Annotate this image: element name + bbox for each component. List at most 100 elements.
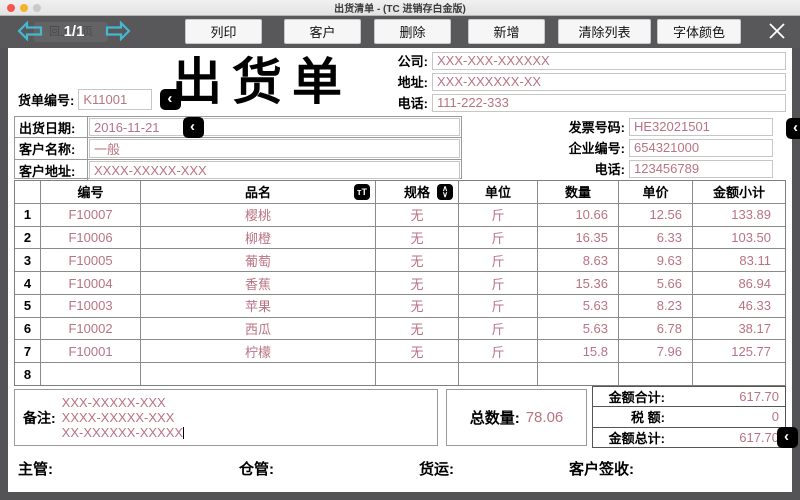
tel-label: 电话: xyxy=(595,159,629,178)
cell-subtotal[interactable]: 46.33 xyxy=(693,295,785,317)
cell-code[interactable]: F10002 xyxy=(41,318,141,340)
cell-subtotal[interactable]: 38.17 xyxy=(693,318,785,340)
notes-box[interactable]: 备注: XXX-XXXXX-XXX XXXX-XXXXX-XXX XX-XXXX… xyxy=(14,389,438,446)
header-price: 单价 xyxy=(619,181,693,203)
invoice-no-input[interactable] xyxy=(629,118,773,136)
cell-price[interactable]: 9.63 xyxy=(619,249,693,271)
cell-unit[interactable]: 斤 xyxy=(459,249,538,271)
amount-sum-label: 金额合计: xyxy=(593,387,665,406)
cell-code[interactable]: F10007 xyxy=(41,204,141,226)
cell-qty[interactable]: 10.66 xyxy=(538,204,619,226)
cell-spec[interactable]: 无 xyxy=(376,204,459,226)
cell-qty[interactable]: 15.8 xyxy=(538,340,619,362)
cell-qty[interactable]: 16.35 xyxy=(538,227,619,249)
grand-total-prev-button[interactable]: ‹ xyxy=(777,427,798,448)
cell-spec[interactable]: 无 xyxy=(376,340,459,362)
customer-sign-label: 客户签收: xyxy=(569,458,634,479)
table-row: 7 F10001 柠檬 无 斤 15.8 7.96 125.77 xyxy=(15,339,785,362)
cell-price[interactable]: 5.66 xyxy=(619,272,693,294)
cell-name[interactable]: 香蕉 xyxy=(141,272,376,294)
font-color-button[interactable]: 字体颜色 xyxy=(657,19,741,44)
clear-list-button[interactable]: 清除列表 xyxy=(558,19,651,44)
cell-name[interactable]: 西瓜 xyxy=(141,318,376,340)
cell-spec[interactable]: 无 xyxy=(376,318,459,340)
cell-spec[interactable] xyxy=(376,363,459,385)
cell-spec[interactable]: 无 xyxy=(376,272,459,294)
cell-price[interactable] xyxy=(619,363,693,385)
customer-name-label: 客户名称: xyxy=(15,138,88,159)
cell-code[interactable] xyxy=(41,363,141,385)
ship-date-input[interactable] xyxy=(89,118,460,136)
cell-code[interactable]: F10004 xyxy=(41,272,141,294)
spec-toggle-icon[interactable]: ∧ ∨ xyxy=(437,184,453,200)
cell-subtotal[interactable] xyxy=(693,363,785,385)
cell-subtotal[interactable]: 86.94 xyxy=(693,272,785,294)
order-no-input[interactable] xyxy=(78,89,152,110)
cell-price[interactable]: 8.23 xyxy=(619,295,693,317)
cell-unit[interactable]: 斤 xyxy=(459,227,538,249)
print-button[interactable]: 列印 xyxy=(185,19,262,44)
font-size-icon[interactable]: ᴛT xyxy=(354,184,370,200)
cell-qty[interactable] xyxy=(538,363,619,385)
tel-input[interactable] xyxy=(629,160,773,178)
cell-name[interactable]: 柠檬 xyxy=(141,340,376,362)
cell-spec[interactable]: 无 xyxy=(376,295,459,317)
cell-qty[interactable]: 15.36 xyxy=(538,272,619,294)
header-unit: 单位 xyxy=(459,181,538,203)
cell-subtotal[interactable]: 83.11 xyxy=(693,249,785,271)
cell-code[interactable]: F10001 xyxy=(41,340,141,362)
cell-name[interactable]: 苹果 xyxy=(141,295,376,317)
cell-name[interactable]: 樱桃 xyxy=(141,204,376,226)
cell-name[interactable]: 葡萄 xyxy=(141,249,376,271)
cell-code[interactable]: F10006 xyxy=(41,227,141,249)
cell-code[interactable]: F10005 xyxy=(41,249,141,271)
total-quantity-box: 总数量: 78.06 xyxy=(446,389,587,446)
cell-unit[interactable]: 斤 xyxy=(459,272,538,294)
cell-unit[interactable]: 斤 xyxy=(459,318,538,340)
cell-name[interactable] xyxy=(141,363,376,385)
cell-unit[interactable]: 斤 xyxy=(459,340,538,362)
company-no-input[interactable] xyxy=(629,139,773,157)
tax-label: 税 额: xyxy=(593,407,665,426)
cell-unit[interactable]: 斤 xyxy=(459,295,538,317)
tax-value[interactable]: 0 xyxy=(665,409,785,424)
items-table: 编号 品名 ᴛT 规格 ∧ ∨ 单位 数量 单价 金额小计 1 F10007 樱… xyxy=(14,180,786,386)
cell-price[interactable]: 7.96 xyxy=(619,340,693,362)
close-window-button[interactable] xyxy=(763,19,791,45)
cell-code[interactable]: F10003 xyxy=(41,295,141,317)
cell-unit[interactable]: 斤 xyxy=(459,204,538,226)
header-spec: 规格 ∧ ∨ xyxy=(376,181,459,203)
cell-spec[interactable]: 无 xyxy=(376,227,459,249)
cell-unit[interactable] xyxy=(459,363,538,385)
cell-spec[interactable]: 无 xyxy=(376,249,459,271)
prev-page-button[interactable] xyxy=(16,21,44,43)
close-traffic-light[interactable] xyxy=(7,4,15,12)
customer-button[interactable]: 客户 xyxy=(284,19,361,44)
cell-price[interactable]: 6.78 xyxy=(619,318,693,340)
ship-date-prev-button[interactable]: ‹ xyxy=(183,117,204,138)
table-row: 6 F10002 西瓜 无 斤 5.63 6.78 38.17 xyxy=(15,317,785,340)
header-code: 编号 xyxy=(41,181,141,203)
delete-button[interactable]: 删除 xyxy=(374,19,451,44)
customer-address-input[interactable] xyxy=(89,161,460,179)
next-page-button[interactable] xyxy=(104,21,132,43)
chevron-left-icon: ‹ xyxy=(784,429,789,444)
cell-subtotal[interactable]: 103.50 xyxy=(693,227,785,249)
cell-subtotal[interactable]: 125.77 xyxy=(693,340,785,362)
total-quantity-label: 总数量: xyxy=(470,407,520,428)
minimize-traffic-light[interactable] xyxy=(20,4,28,12)
cell-qty[interactable]: 5.63 xyxy=(538,318,619,340)
address-input[interactable] xyxy=(432,73,786,91)
cell-price[interactable]: 6.33 xyxy=(619,227,693,249)
cell-qty[interactable]: 5.63 xyxy=(538,295,619,317)
titlebar: 出货清单 - (TC 进销存白金版) xyxy=(0,0,800,16)
cell-price[interactable]: 12.56 xyxy=(619,204,693,226)
cell-subtotal[interactable]: 133.89 xyxy=(693,204,785,226)
phone-input[interactable] xyxy=(432,94,786,112)
add-button[interactable]: 新增 xyxy=(468,19,545,44)
cell-name[interactable]: 柳橙 xyxy=(141,227,376,249)
customer-name-input[interactable] xyxy=(89,139,460,158)
company-input[interactable] xyxy=(432,52,786,70)
cell-qty[interactable]: 8.63 xyxy=(538,249,619,271)
invoice-no-prev-button[interactable]: ‹ xyxy=(786,118,800,139)
